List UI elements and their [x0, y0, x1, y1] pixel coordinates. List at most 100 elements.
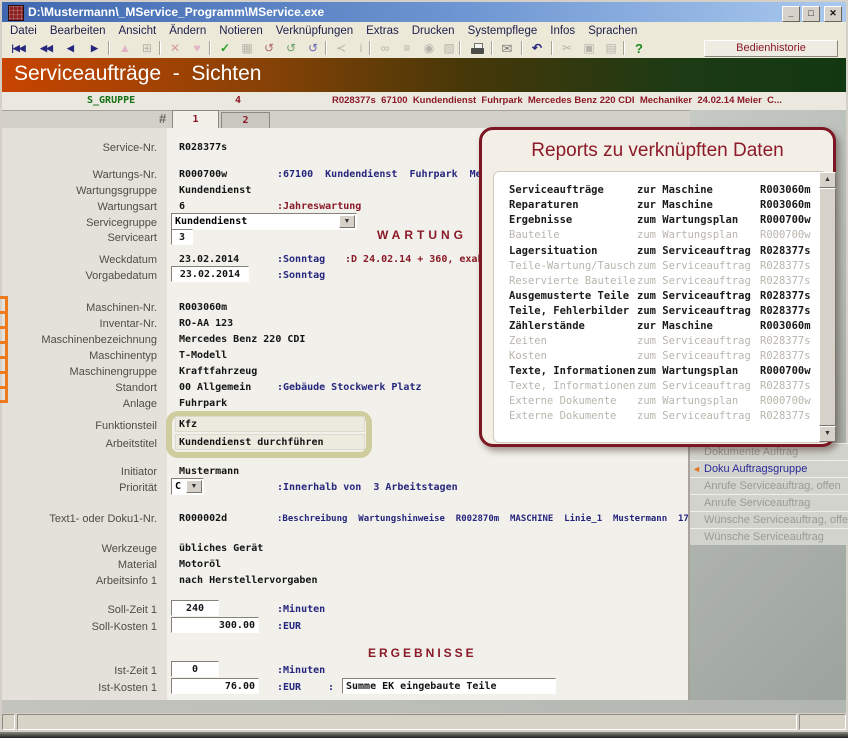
report-row[interactable]: Ausgemusterte Teilezum ServiceauftragR02… — [494, 289, 827, 304]
ist-kosten-input[interactable] — [171, 678, 259, 694]
ist-zeit-input[interactable] — [171, 661, 219, 677]
cycle-green-icon[interactable]: ↺ — [281, 40, 301, 57]
prioritaet-value: C — [175, 480, 181, 494]
report-row: Kostenzum ServiceauftragR028377s — [494, 349, 827, 364]
import-icon[interactable]: ▲ — [115, 40, 135, 57]
report-row: Externe Dokumentezum ServiceauftragR0283… — [494, 409, 827, 424]
list-icon[interactable]: ≡ — [397, 40, 417, 57]
menu-aendern[interactable]: Ändern — [169, 25, 206, 37]
scroll-down-button[interactable]: ▼ — [819, 426, 836, 442]
report-row[interactable]: Teile, Fehlerbilderzum ServiceauftragR02… — [494, 304, 827, 319]
scroll-up-button[interactable]: ▲ — [819, 172, 836, 188]
reports-popup: Reports zu verknüpften Daten Serviceauft… — [479, 127, 836, 447]
sidebar-anrufe-offen[interactable]: Anrufe Serviceauftrag, offen — [690, 477, 848, 494]
group-value: 4 — [235, 92, 241, 110]
menu-bearbeiten[interactable]: Bearbeiten — [50, 25, 106, 37]
menu-datei[interactable]: Datei — [10, 25, 37, 37]
title-bar: D:\Mustermann\_MService_Programm\MServic… — [2, 2, 846, 22]
report-row[interactable]: Serviceaufträgezur MaschineR003060m — [494, 183, 827, 198]
sidebar-label: Doku Auftragsgruppe — [704, 463, 807, 475]
serviceart-input[interactable] — [171, 229, 193, 245]
servicegruppe-select[interactable]: Kundendienst ▼ — [171, 213, 357, 230]
go-forward-icon[interactable]: ▶ — [84, 40, 104, 57]
menu-extras[interactable]: Extras — [366, 25, 399, 37]
popup-title: Reports zu verknüpften Daten — [482, 140, 833, 162]
record-bar: S_GRUPPE 4 R028377s 67100 Kundendienst F… — [2, 92, 846, 111]
chart-icon[interactable]: ▧ — [439, 40, 459, 57]
sidebar-doku-auftragsgruppe[interactable]: ◄ Doku Auftragsgruppe — [690, 460, 848, 477]
menu-systempflege[interactable]: Systempflege — [468, 25, 538, 37]
chevron-down-icon[interactable]: ▼ — [339, 215, 355, 228]
branch-icon[interactable]: ≺ — [331, 40, 351, 57]
mail-icon[interactable]: ✉ — [497, 40, 517, 57]
menu-verknuepfungen[interactable]: Verknüpfungen — [276, 25, 353, 37]
menu-ansicht[interactable]: Ansicht — [118, 25, 156, 37]
bedienhistorie-button[interactable]: Bedienhistorie — [704, 40, 838, 57]
scrollbar-thumb[interactable] — [819, 188, 836, 426]
active-marker-icon: ◄ — [692, 461, 701, 477]
go-first-icon[interactable]: |◀◀ — [8, 40, 28, 57]
copy-icon[interactable]: ▣ — [579, 40, 599, 57]
report-row: Reservierte Bauteilezum ServiceauftragR0… — [494, 274, 827, 289]
app-icon — [8, 5, 24, 21]
prioritaet-select[interactable]: C ▼ — [171, 478, 204, 495]
maximize-button[interactable]: □ — [802, 6, 820, 22]
favorite-icon[interactable]: ♥ — [187, 40, 207, 57]
mservice-window: D:\Mustermann\_MService_Programm\MServic… — [0, 0, 848, 738]
report-row: Teile-Wartung/Tauschzum ServiceauftragR0… — [494, 259, 827, 274]
report-row[interactable]: Zählerständezur MaschineR003060m — [494, 319, 827, 334]
soll-zeit-input[interactable] — [171, 600, 219, 616]
group-label: S_GRUPPE — [87, 92, 135, 110]
toolbar: |◀◀ ◀◀ ◀ ▶ ▲ ⊞ ✕ ♥ ✓ ▦ ↺ ↺ ↺ ≺ i ∞ ≡ ◉ ▧… — [2, 39, 846, 58]
report-row[interactable]: Ergebnissezum WartungsplanR000700w — [494, 213, 827, 228]
report-row: Texte, Informationenzum ServiceauftragR0… — [494, 379, 827, 394]
bottom-strip — [2, 700, 846, 713]
eye-icon[interactable]: ◉ — [419, 40, 439, 57]
report-row[interactable]: Reparaturenzur MaschineR003060m — [494, 198, 827, 213]
vorgabedatum-input[interactable] — [171, 266, 249, 282]
status-cell-left — [2, 714, 15, 730]
undo-icon[interactable]: ↶ — [527, 40, 547, 57]
report-row[interactable]: Lagersituationzum ServiceauftragR028377s — [494, 244, 827, 259]
print-icon[interactable] — [467, 40, 487, 57]
tab-2[interactable]: 2 — [221, 112, 270, 129]
minimize-button[interactable]: _ — [782, 6, 800, 22]
report-row: Bauteilezum WartungsplanR000700w — [494, 228, 827, 243]
arbeitstitel-input[interactable] — [175, 434, 365, 450]
cycle-red-icon[interactable]: ↺ — [259, 40, 279, 57]
hash-label: # — [159, 111, 166, 126]
sidebar-wuensche-offen[interactable]: Wünsche Serviceauftrag, offen — [690, 511, 848, 528]
delete-icon[interactable]: ✕ — [165, 40, 185, 57]
sidebar-wuensche[interactable]: Wünsche Serviceauftrag — [690, 528, 848, 545]
tree-icon[interactable]: ⊞ — [137, 40, 157, 57]
help-icon[interactable]: ? — [629, 40, 649, 57]
grid-icon[interactable]: ▦ — [237, 40, 257, 57]
servicegruppe-value: Kundendienst — [175, 215, 247, 229]
menu-notieren[interactable]: Notieren — [219, 25, 262, 37]
page-title: Serviceaufträge - Sichten — [14, 62, 261, 86]
close-button[interactable]: ✕ — [824, 6, 842, 22]
status-bar — [2, 713, 846, 732]
tab-1[interactable]: 1 — [172, 110, 219, 129]
menu-infos[interactable]: Infos — [550, 25, 575, 37]
popup-scrollbar[interactable]: ▲ ▼ — [819, 172, 836, 442]
funktionsteil-input[interactable] — [175, 416, 365, 432]
paste-icon[interactable]: ▤ — [601, 40, 621, 57]
binoculars-icon[interactable]: ∞ — [375, 40, 395, 57]
info-icon[interactable]: i — [351, 40, 371, 57]
confirm-icon[interactable]: ✓ — [215, 40, 235, 57]
label-column — [2, 128, 167, 700]
soll-kosten-input[interactable] — [171, 617, 259, 633]
chevron-down-icon[interactable]: ▼ — [186, 480, 202, 493]
menu-sprachen[interactable]: Sprachen — [588, 25, 637, 37]
menu-drucken[interactable]: Drucken — [412, 25, 455, 37]
report-row[interactable]: Texte, Informationenzum WartungsplanR000… — [494, 364, 827, 379]
report-row: Zeitenzum ServiceauftragR028377s — [494, 334, 827, 349]
cycle-blue-icon[interactable]: ↺ — [303, 40, 323, 57]
window-bottom-edge — [0, 732, 848, 738]
go-rewind-icon[interactable]: ◀◀ — [36, 40, 56, 57]
sidebar-anrufe[interactable]: Anrufe Serviceauftrag — [690, 494, 848, 511]
cut-icon[interactable]: ✂ — [557, 40, 577, 57]
ist-kosten-desc-input[interactable] — [342, 678, 556, 694]
go-back-icon[interactable]: ◀ — [60, 40, 80, 57]
